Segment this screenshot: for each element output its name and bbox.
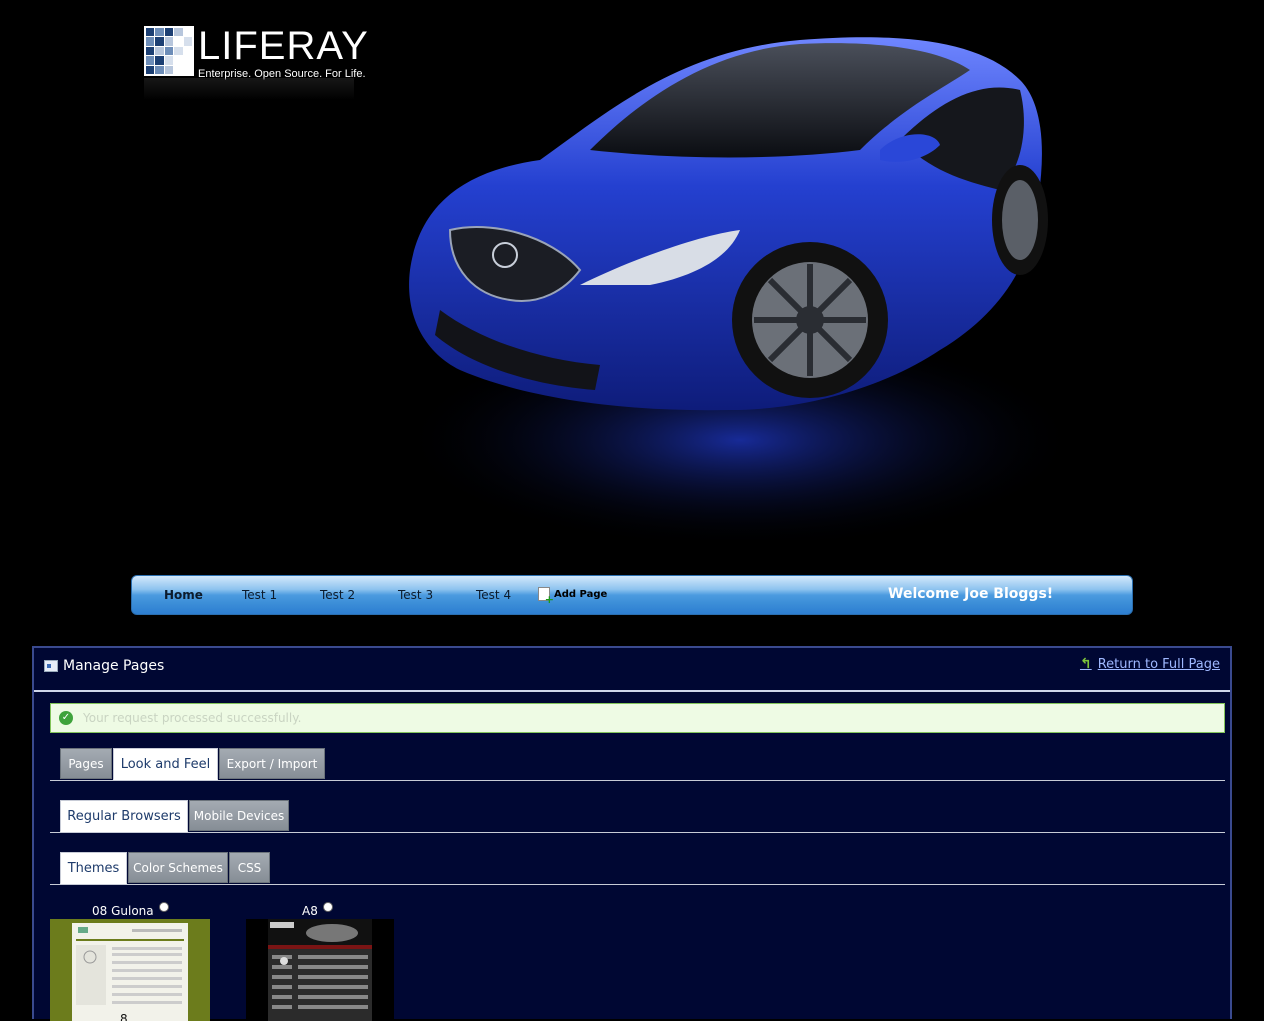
tab-regular-browsers[interactable]: Regular Browsers xyxy=(60,800,188,832)
theme-tabs: Themes Color Schemes CSS xyxy=(50,852,1225,885)
main-nav-bar: Home Test 1 Test 2 Test 3 Test 4 Add Pag… xyxy=(131,575,1133,615)
success-message: Your request processed successfully. xyxy=(83,711,302,725)
thumbnail-preview-drawing: 8 xyxy=(76,927,184,1021)
success-message-box: ✓ Your request processed successfully. xyxy=(50,703,1225,733)
tab-mobile-devices[interactable]: Mobile Devices xyxy=(189,800,289,831)
thumbnail-preview: 8 xyxy=(72,923,188,1021)
checkmark-icon: ✓ xyxy=(59,711,73,725)
theme-radio-a8[interactable] xyxy=(322,902,333,912)
thumbnail-preview xyxy=(268,919,372,1021)
logo-reflection xyxy=(144,78,354,100)
manage-pages-portlet: Manage Pages ↰ Return to Full Page ✓ You… xyxy=(32,646,1232,1021)
theme-name: 08 Gulona xyxy=(92,904,154,918)
nav-item-home[interactable]: Home xyxy=(164,588,203,602)
tab-look-and-feel[interactable]: Look and Feel xyxy=(113,748,218,780)
logo-mosaic-icon xyxy=(144,26,194,76)
theme-option-08-gulona: 08 Gulona xyxy=(92,902,169,918)
welcome-message: Welcome Joe Bloggs! xyxy=(888,586,1054,602)
tab-color-schemes[interactable]: Color Schemes xyxy=(128,852,228,883)
add-page-icon xyxy=(538,587,554,606)
return-arrow-icon: ↰ xyxy=(1079,656,1092,672)
theme-option-a8: A8 xyxy=(302,902,333,918)
liferay-logo[interactable]: LIFERAY Enterprise. Open Source. For Lif… xyxy=(144,24,369,100)
portlet-header: Manage Pages ↰ Return to Full Page xyxy=(34,648,1230,692)
device-tabs: Regular Browsers Mobile Devices xyxy=(50,800,1225,833)
car-image xyxy=(400,37,1080,540)
thumbnail-preview-drawing xyxy=(268,919,372,1009)
add-page-button[interactable]: Add Page xyxy=(538,587,608,606)
theme-radio-08-gulona[interactable] xyxy=(158,902,169,912)
theme-thumbnail-a8[interactable] xyxy=(246,919,394,1021)
nav-item-test-3[interactable]: Test 3 xyxy=(398,588,433,602)
svg-text:8: 8 xyxy=(120,1012,128,1021)
nav-item-test-4[interactable]: Test 4 xyxy=(476,588,511,602)
add-page-label: Add Page xyxy=(554,588,608,600)
header-banner: LIFERAY Enterprise. Open Source. For Lif… xyxy=(0,0,1264,570)
nav-item-test-1[interactable]: Test 1 xyxy=(242,588,277,602)
theme-name: A8 xyxy=(302,904,318,918)
theme-thumbnail-08-gulona[interactable]: 8 xyxy=(50,919,210,1021)
tab-themes[interactable]: Themes xyxy=(60,852,127,884)
return-to-full-page-link[interactable]: ↰ Return to Full Page xyxy=(1080,656,1220,672)
main-tabs: Pages Look and Feel Export / Import xyxy=(50,748,1225,781)
return-link-label: Return to Full Page xyxy=(1097,656,1220,672)
tab-export-import[interactable]: Export / Import xyxy=(219,748,325,779)
nav-item-test-2[interactable]: Test 2 xyxy=(320,588,355,602)
tab-pages[interactable]: Pages xyxy=(60,748,112,779)
logo-wordmark: LIFERAY xyxy=(198,24,369,68)
portlet-title: Manage Pages xyxy=(63,658,165,674)
tab-css[interactable]: CSS xyxy=(229,852,270,883)
portlet-icon xyxy=(44,660,58,672)
